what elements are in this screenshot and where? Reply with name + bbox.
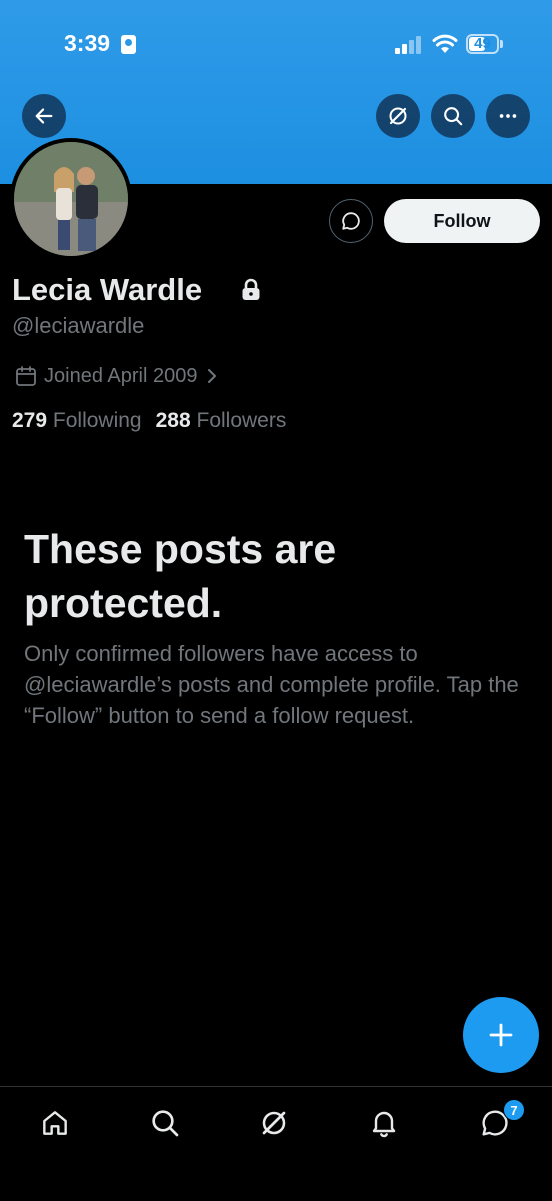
joined-text: Joined April 2009: [44, 364, 198, 387]
tab-grok[interactable]: [254, 1103, 294, 1143]
chevron-right-icon: [208, 369, 217, 383]
protected-description: Only confirmed followers have access to …: [24, 641, 519, 728]
following-link[interactable]: 279 Following: [12, 409, 142, 433]
battery-icon: 49: [466, 34, 499, 54]
followers-label: Followers: [196, 409, 287, 432]
message-icon: [342, 212, 360, 230]
back-button[interactable]: [22, 94, 66, 138]
protected-title: These posts are protected.: [24, 526, 337, 626]
status-time: 3:39: [64, 30, 111, 56]
id-card-icon: [121, 35, 136, 54]
lock-icon: [242, 278, 260, 300]
battery-nub: [500, 40, 503, 48]
home-icon: [43, 1111, 67, 1135]
joined-date[interactable]: Joined April 2009: [14, 364, 221, 388]
more-button[interactable]: [486, 94, 530, 138]
tab-search[interactable]: [145, 1103, 185, 1143]
wifi-icon: [432, 34, 458, 53]
tab-notifications[interactable]: [364, 1103, 404, 1143]
followers-link[interactable]: 288 Followers: [156, 409, 287, 433]
following-label: Following: [52, 409, 142, 432]
messages-badge: 7: [503, 1099, 525, 1121]
avatar[interactable]: [10, 138, 132, 260]
profile-handle: @leciawardle: [12, 313, 145, 338]
tab-home[interactable]: [35, 1103, 75, 1143]
calendar-icon: [16, 366, 36, 386]
search-icon: [444, 107, 463, 126]
bottom-tab-bar: [0, 1086, 552, 1201]
battery-level: 49: [474, 35, 491, 52]
grok-icon: [262, 1111, 286, 1135]
profile-name: Lecia Wardle: [12, 272, 203, 307]
follow-button[interactable]: Follow: [384, 199, 540, 243]
follow-counts: 279 Following 288 Followers: [12, 409, 286, 433]
grok-button[interactable]: [376, 94, 420, 138]
grok-icon: [389, 107, 407, 125]
signal-icon: [395, 36, 425, 54]
search-button[interactable]: [431, 94, 475, 138]
message-button[interactable]: [329, 199, 373, 243]
bell-icon: [372, 1111, 396, 1138]
compose-button[interactable]: [463, 997, 539, 1073]
following-count: 279: [12, 409, 48, 432]
avatar-photo: [14, 142, 128, 256]
search-icon: [152, 1110, 179, 1137]
arrow-left-icon: [35, 108, 53, 124]
followers-count: 288: [155, 409, 191, 432]
more-icon: [499, 114, 517, 118]
plus-icon: [489, 1023, 513, 1047]
